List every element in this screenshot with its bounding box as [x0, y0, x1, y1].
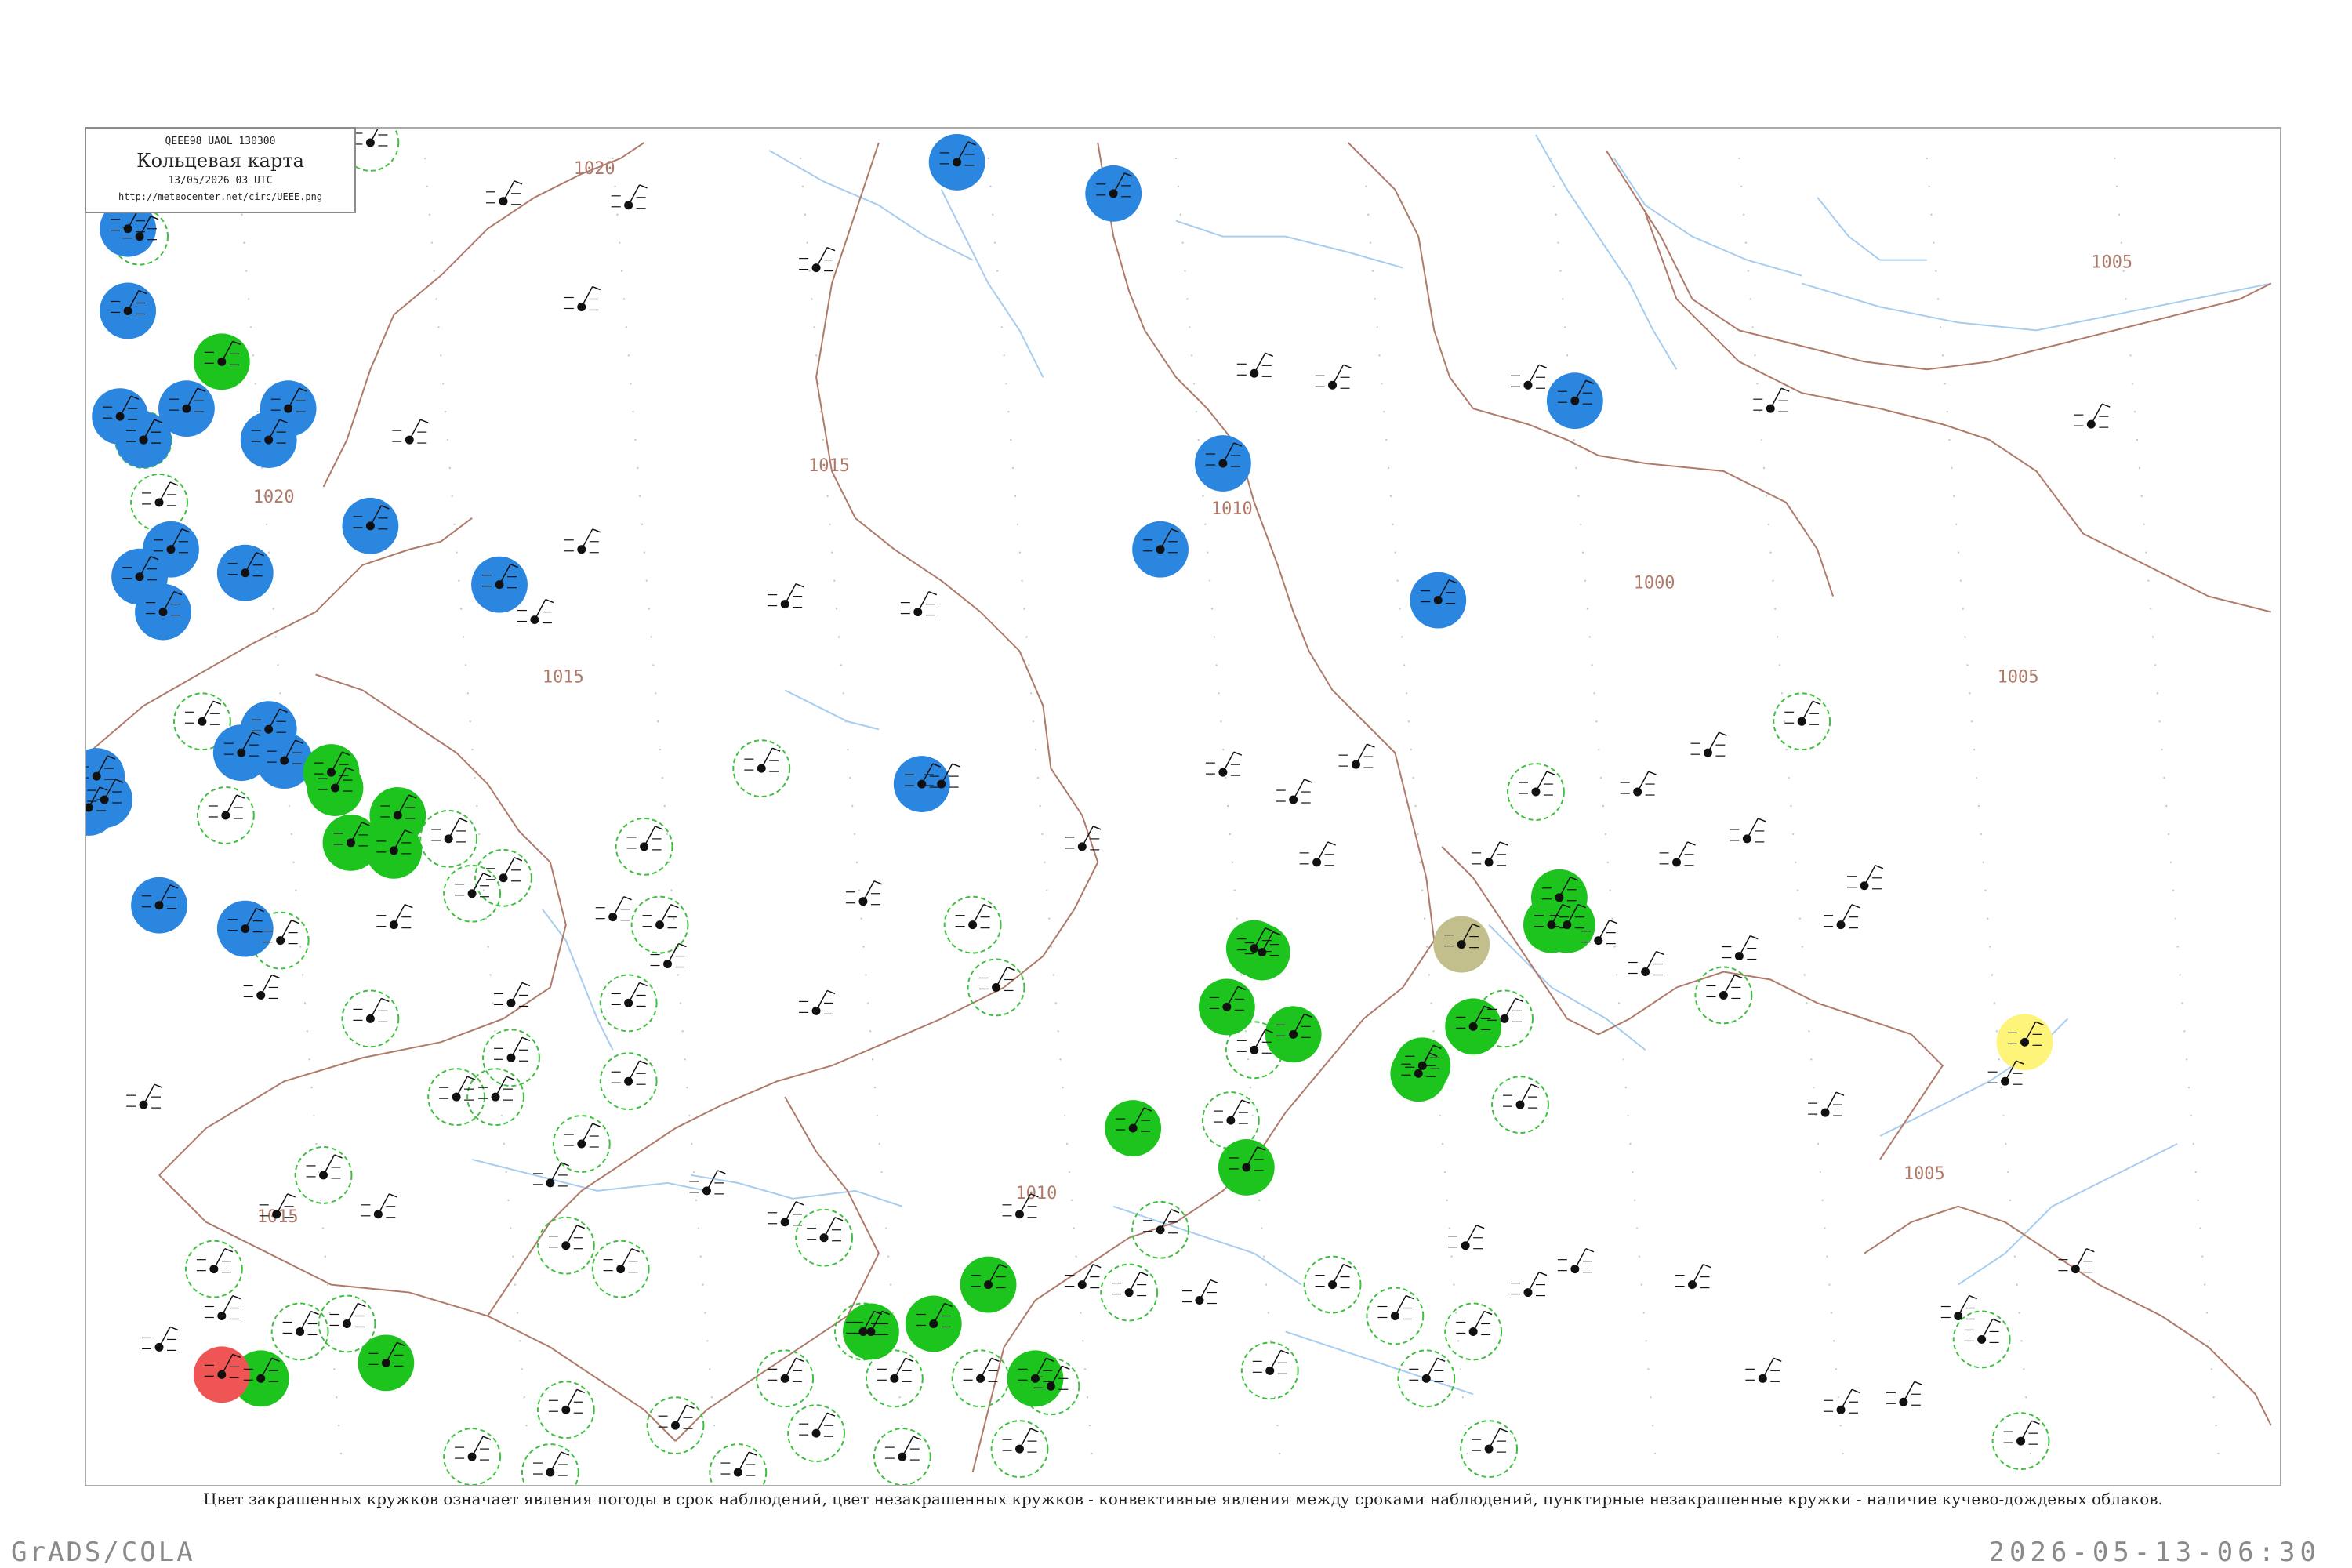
isobar-label: 1015: [808, 456, 850, 476]
isobar-label: 1005: [1998, 667, 2039, 687]
map-header: QEEE98 UAOL 130300 Кольцевая карта 13/05…: [85, 127, 356, 213]
map-panel: 1020102010151015101510101010100510051005…: [85, 127, 2281, 1486]
isobar-label: 1000: [1634, 574, 1675, 593]
lat-lon-grid: [236, 157, 2220, 1455]
map-title: Кольцевая карта: [136, 150, 304, 172]
isobar-label: 1005: [1904, 1164, 1945, 1184]
isobar-label: 1010: [1015, 1184, 1057, 1203]
map-canvas: 1020102010151015101510101010100510051005…: [86, 129, 2272, 1485]
isobar-label: 1005: [2091, 253, 2132, 273]
isobar-label: 1020: [253, 488, 295, 507]
isobar-labels: 1020102010151015101510101010100510051005…: [253, 159, 2132, 1227]
bulletin-code: QEEE98 UAOL 130300: [165, 136, 276, 147]
observation-date: 13/05/2026 03 UTC: [168, 175, 273, 187]
generation-timestamp: 2026-05-13-06:30: [1988, 1537, 2321, 1568]
software-credit: GrADS/COLA: [11, 1537, 195, 1568]
isobar-label: 1020: [574, 159, 615, 179]
river-network: [471, 134, 2271, 1396]
source-url: http://meteocenter.net/circ/UEEE.png: [118, 191, 323, 202]
isobar-label: 1015: [543, 667, 584, 687]
legend-caption: Цвет закрашенных кружков означает явлени…: [203, 1490, 2163, 1508]
isobar-label: 1010: [1211, 499, 1253, 519]
